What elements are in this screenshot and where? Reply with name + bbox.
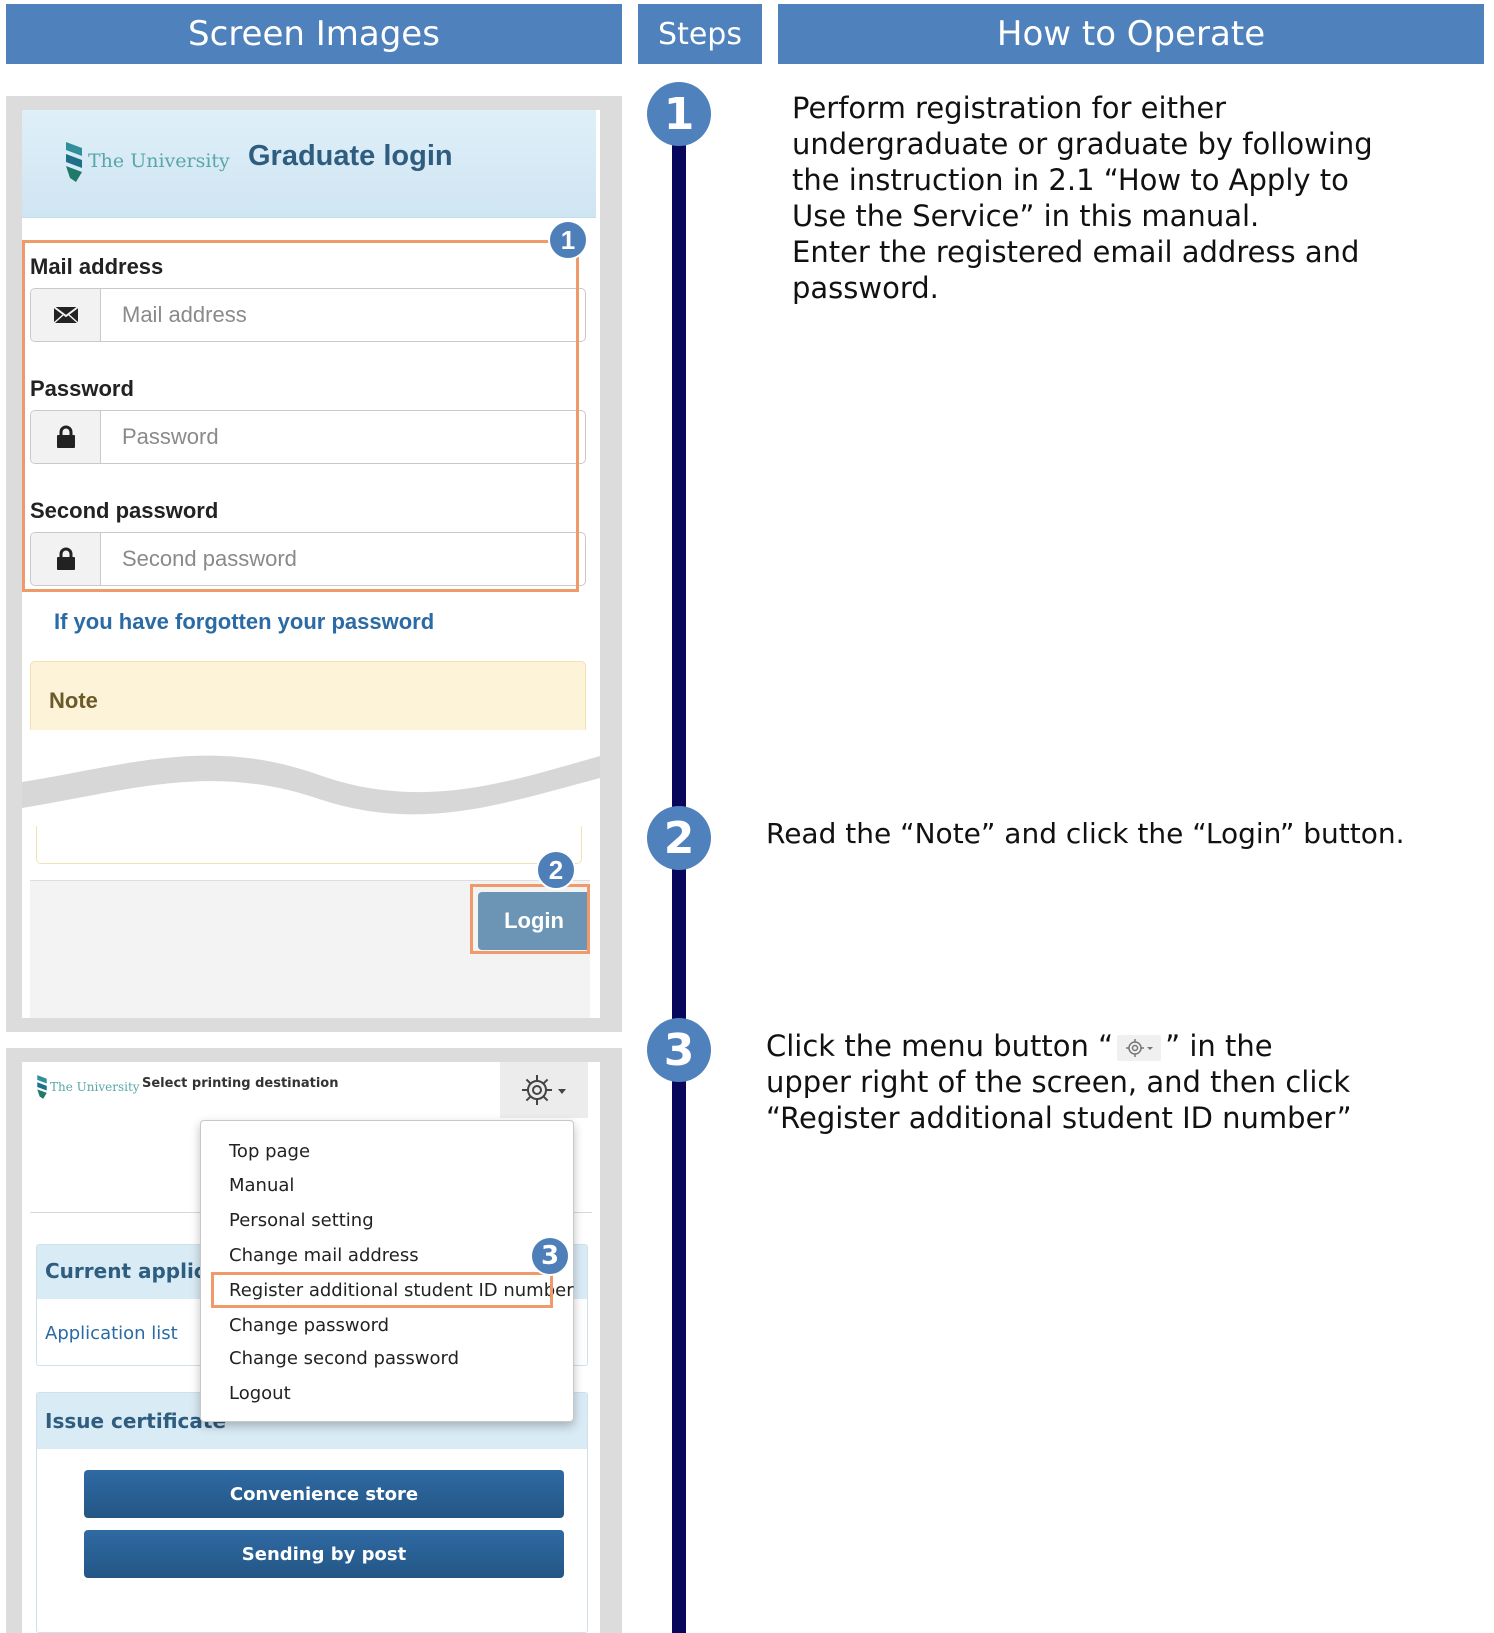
step-1-circle: 1 [647, 82, 711, 146]
login-screenshot-panel: The University Graduate login Mail addre… [6, 96, 622, 1032]
header-how-to-operate: How to Operate [778, 4, 1484, 64]
header-how-to-operate-label: How to Operate [996, 14, 1266, 54]
step-3-instructions: Click the menu button “ ” in the upper ri… [766, 1028, 1484, 1136]
header-screen-images-label: Screen Images [188, 14, 440, 54]
university-logo-text: The University [88, 150, 230, 172]
step-3-line-1: Click the menu button “ ” in the [766, 1028, 1484, 1064]
menu-item-change-password[interactable]: Change password [229, 1315, 389, 1336]
convenience-store-button[interactable]: Convenience store [84, 1470, 564, 1518]
header-steps-label: Steps [658, 16, 742, 52]
login-header: The University Graduate login [22, 110, 596, 218]
step-3-line-1-after: ” in the [1165, 1029, 1273, 1063]
note-label: Note [49, 688, 98, 713]
step-2-number: 2 [663, 812, 695, 864]
application-list-link[interactable]: Application list [45, 1323, 178, 1344]
issue-certificate-title: Issue certificate [45, 1409, 227, 1433]
page-break-divider [22, 730, 600, 826]
step-3-line: upper right of the screen, and then clic… [766, 1065, 1351, 1099]
step-3-line: “Register additional student ID number” [766, 1101, 1352, 1135]
menu-item-change-second-password[interactable]: Change second password [229, 1348, 459, 1369]
step-1-badge: 1 [548, 220, 588, 260]
login-screen: The University Graduate login Mail addre… [22, 110, 600, 1018]
highlight-step-1-fields [22, 240, 579, 592]
menu-item-manual[interactable]: Manual [229, 1175, 294, 1196]
gear-icon [522, 1075, 566, 1105]
step-3-number: 3 [663, 1024, 695, 1076]
step-3-badge: 3 [530, 1236, 570, 1276]
step-2-instructions: Read the “Note” and click the “Login” bu… [766, 816, 1484, 852]
menu-item-change-mail-address[interactable]: Change mail address [229, 1245, 419, 1266]
step-3-badge-label: 3 [540, 1241, 560, 1271]
university-logo-icon [66, 142, 82, 182]
step-2-line: Read the “Note” and click the “Login” bu… [766, 817, 1405, 850]
menu-item-top-page[interactable]: Top page [229, 1141, 310, 1162]
step-1-line: undergraduate or graduate by following [792, 127, 1373, 161]
sending-by-post-button[interactable]: Sending by post [84, 1530, 564, 1578]
menu-item-personal-setting[interactable]: Personal setting [229, 1210, 374, 1231]
menu-item-logout[interactable]: Logout [229, 1383, 291, 1404]
settings-menu-button[interactable] [500, 1062, 588, 1118]
forgot-password-link[interactable]: If you have forgotten your password [54, 609, 434, 635]
step-1-line: the instruction in 2.1 “How to Apply to [792, 163, 1349, 197]
step-1-line: Enter the registered email address and [792, 235, 1360, 269]
settings-dropdown-menu: Top page Manual Personal setting Change … [200, 1120, 574, 1422]
step-1-line: Use the Service” in this manual. [792, 199, 1260, 233]
menu-screenshot-panel: The University Select printing destinati… [6, 1048, 622, 1633]
note-box-bottom [36, 826, 582, 864]
step-2-badge: 2 [536, 850, 576, 890]
step-1-instructions: Perform registration for either undergra… [792, 90, 1482, 306]
university-logo-icon [37, 1075, 47, 1099]
step-2-badge-label: 2 [548, 854, 564, 885]
inline-gear-icon [1117, 1035, 1162, 1061]
step-1-number: 1 [663, 88, 695, 140]
university-logo-text: The University [50, 1080, 140, 1094]
step-1-line: password. [792, 271, 939, 305]
step-1-line: Perform registration for either [792, 91, 1227, 125]
highlight-step-2-login [470, 884, 590, 954]
step-1-badge-label: 1 [560, 224, 576, 255]
page-title: Graduate login [248, 140, 453, 172]
step-3-line-1-before: Click the menu button “ [766, 1029, 1114, 1063]
step-3-circle: 3 [647, 1018, 711, 1082]
highlight-step-3-register [211, 1272, 553, 1308]
page-title: Select printing destination [142, 1076, 339, 1091]
header-steps: Steps [638, 4, 762, 64]
step-2-circle: 2 [647, 806, 711, 870]
header-screen-images: Screen Images [6, 4, 622, 64]
